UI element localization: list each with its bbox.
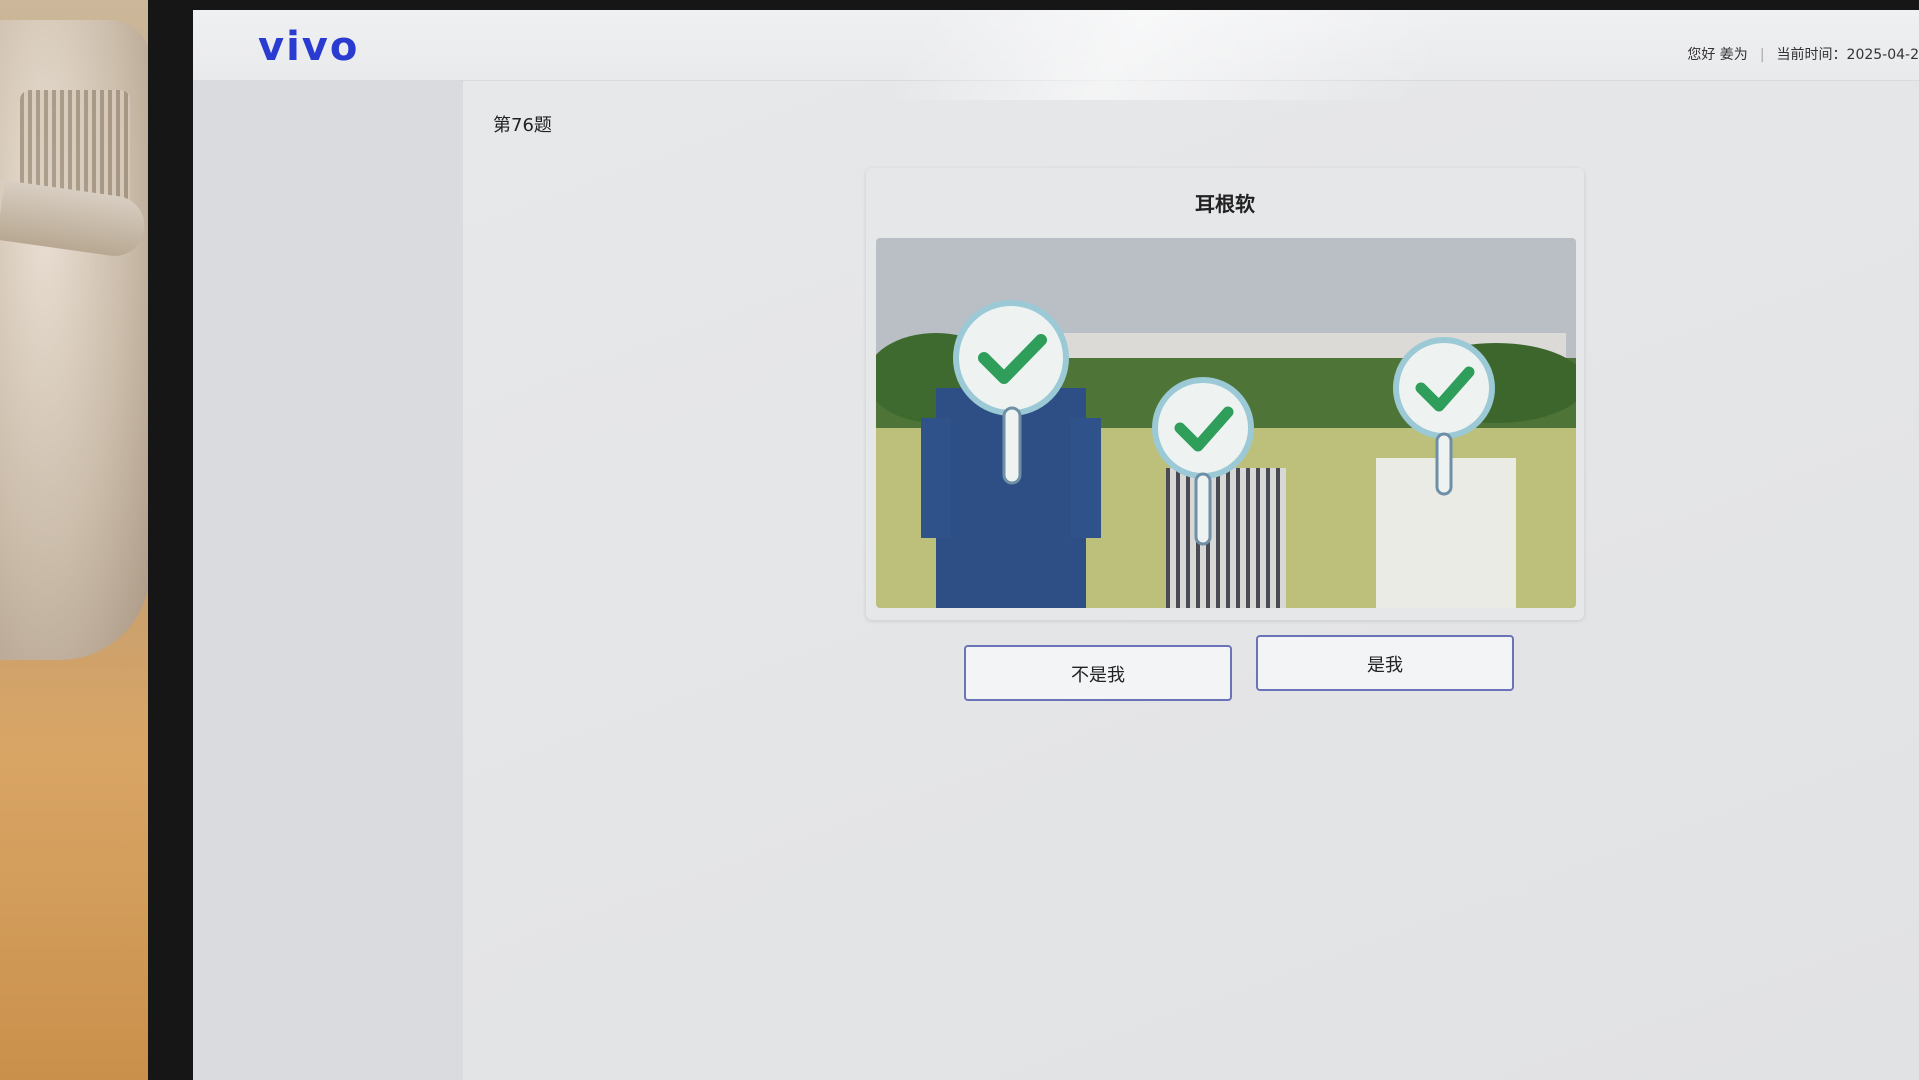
not-me-button[interactable]: 不是我 — [964, 645, 1232, 701]
sidebar — [193, 81, 463, 1080]
question-number: 第76题 — [493, 115, 552, 136]
separator: | — [1759, 47, 1765, 63]
app-screen: vivo 您好 姜为 | 当前时间：2025-04-2 第76题 耳根软 不是我… — [193, 10, 1919, 1080]
vivo-logo: vivo — [258, 24, 360, 70]
people-checkmarks-illustration — [876, 238, 1576, 608]
bag-object — [0, 20, 150, 660]
is-me-button[interactable]: 是我 — [1256, 635, 1514, 691]
question-image — [876, 238, 1576, 608]
current-time: 当前时间：2025-04-2 — [1776, 47, 1919, 63]
question-title: 耳根软 — [1195, 192, 1255, 216]
top-navbar: vivo 您好 姜为 | 当前时间：2025-04-2 — [193, 10, 1919, 81]
user-info: 您好 姜为 | 当前时间：2025-04-2 — [1687, 44, 1919, 64]
user-greeting: 您好 姜为 — [1687, 47, 1748, 63]
question-card: 耳根软 — [866, 168, 1584, 620]
